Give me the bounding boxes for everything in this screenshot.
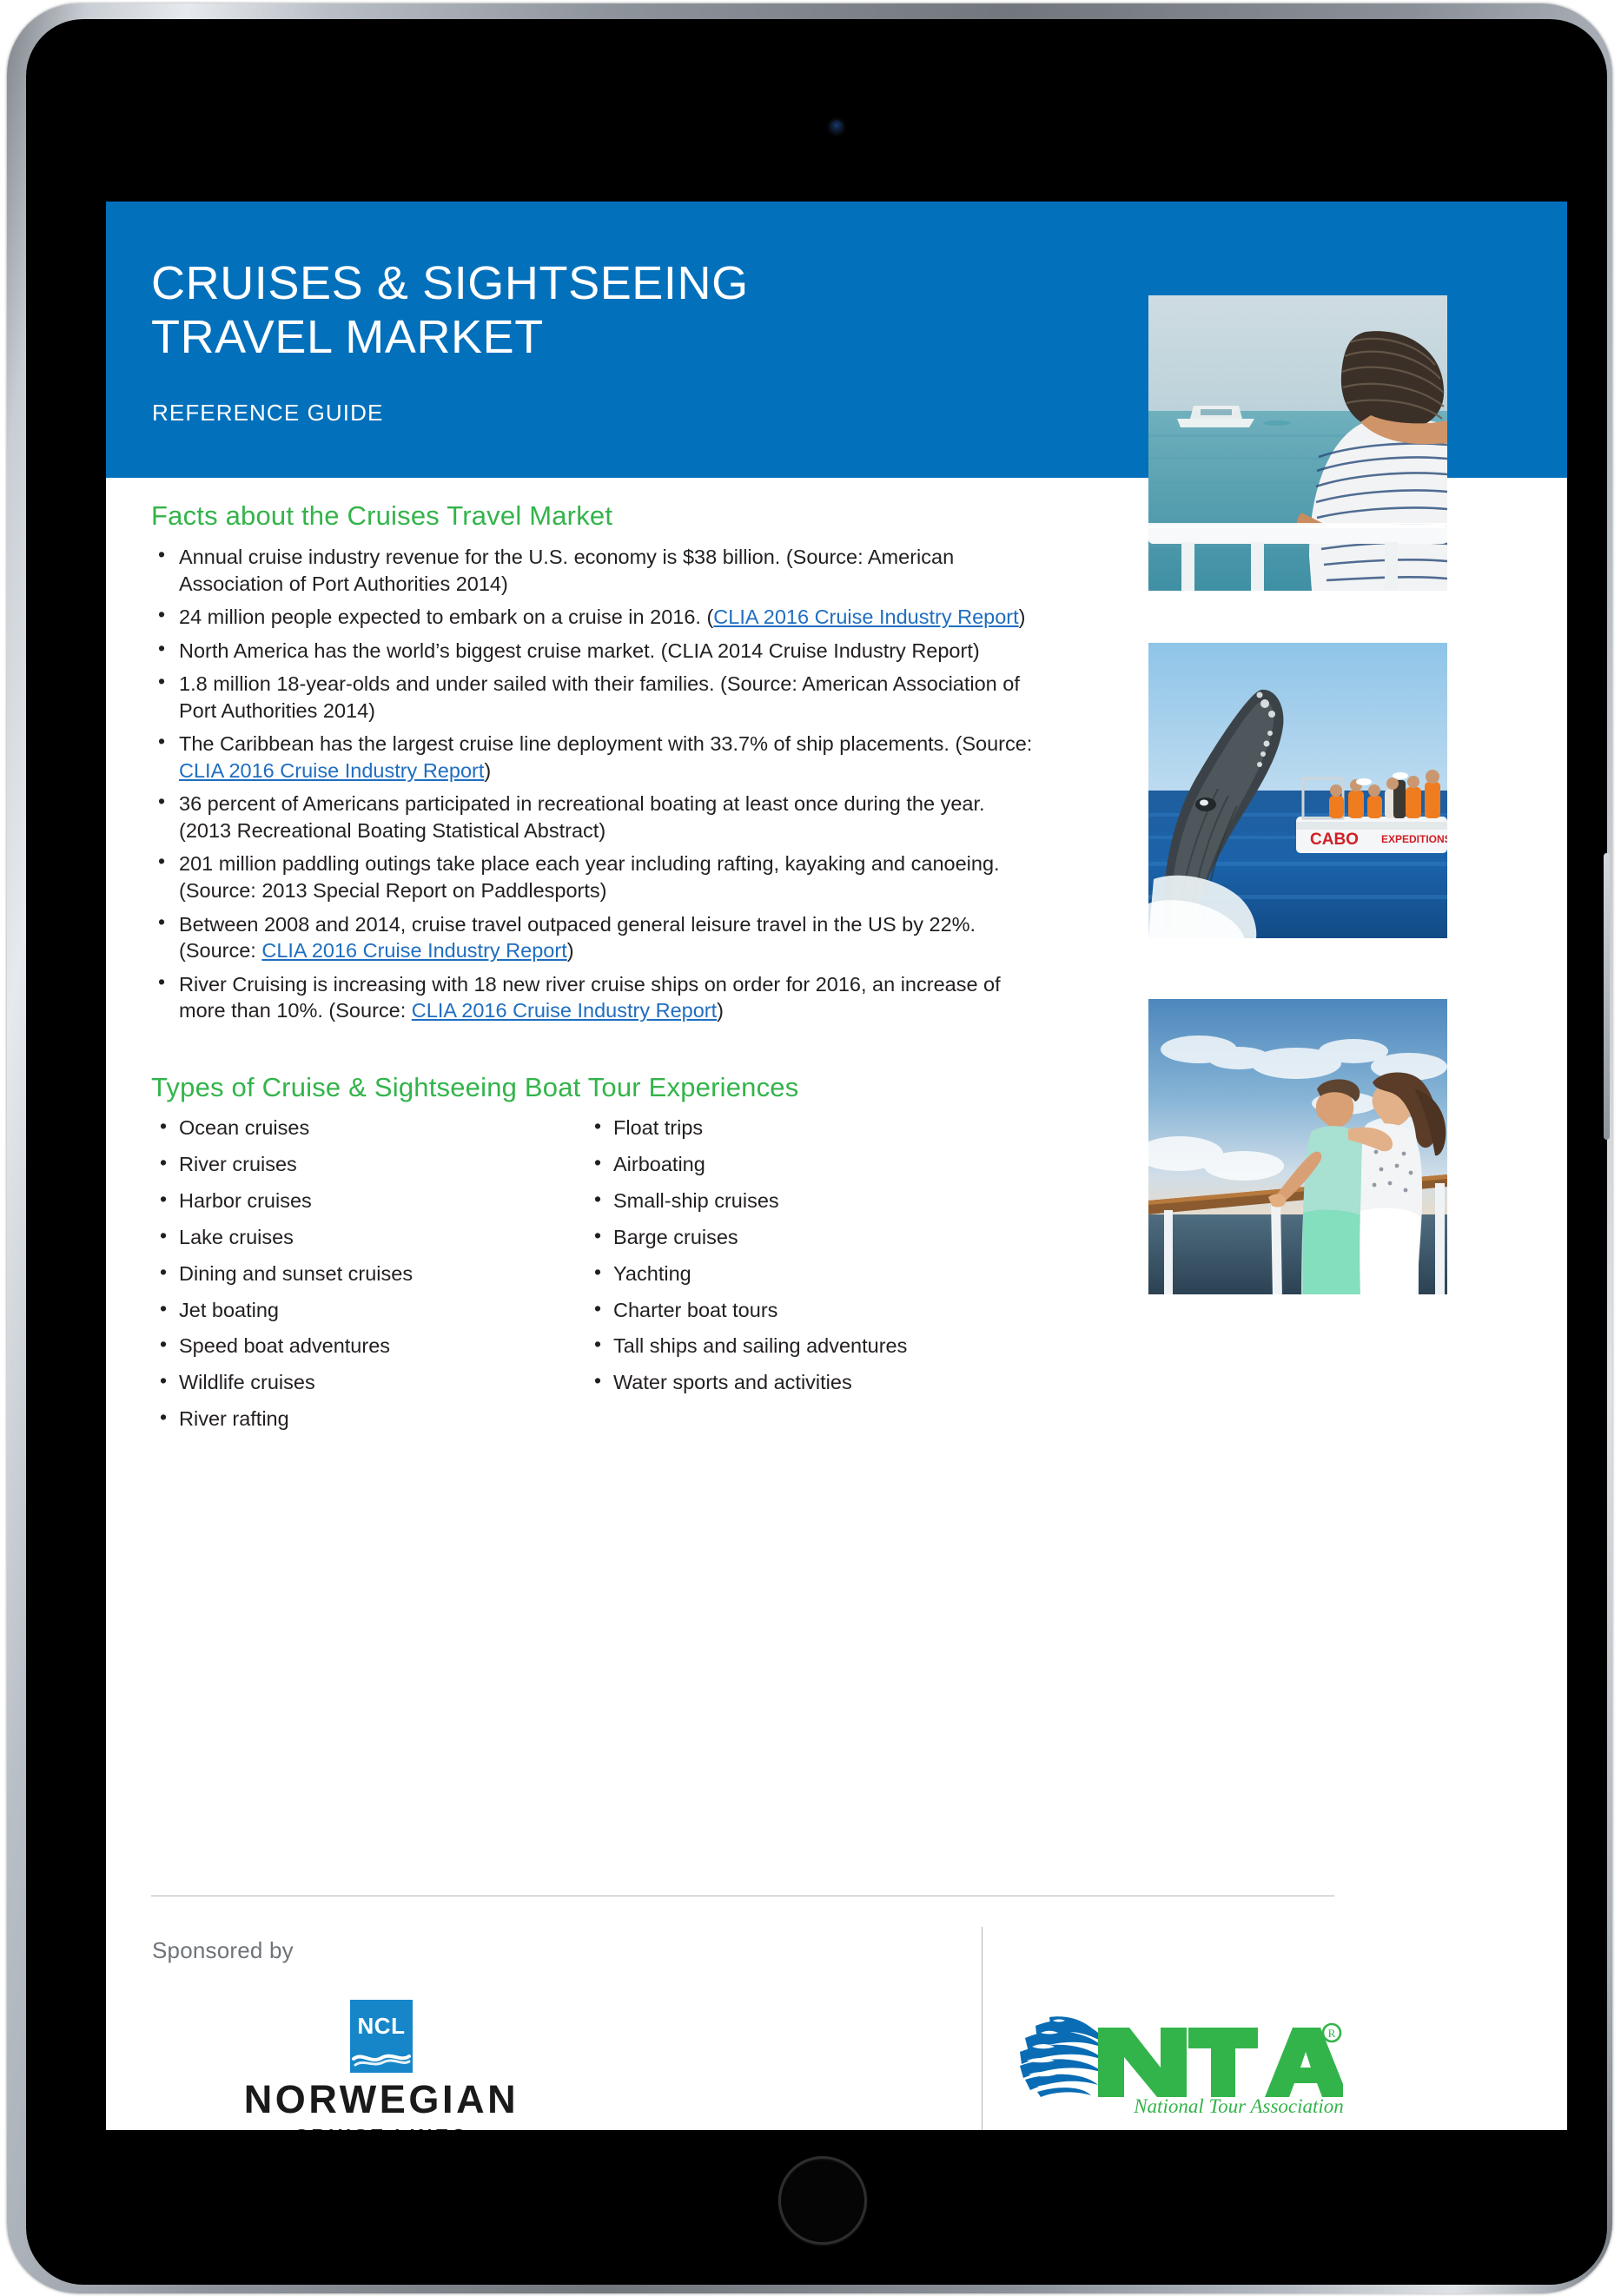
home-button[interactable] [778, 2156, 867, 2245]
clia-report-link[interactable]: CLIA 2016 Cruise Industry Report [713, 605, 1018, 628]
type-list-item: Barge cruises [586, 1225, 1020, 1248]
type-list-item: Lake cruises [151, 1225, 586, 1248]
ncl-wordmark: NORWEGIAN [243, 2077, 519, 2121]
clia-report-link[interactable]: CLIA 2016 Cruise Industry Report [179, 759, 484, 782]
fact-list-item: The Caribbean has the largest cruise lin… [151, 729, 1037, 784]
fact-list-item: Between 2008 and 2014, cruise travel out… [151, 910, 1037, 964]
type-list-item: Dining and sunset cruises [151, 1261, 586, 1285]
types-list-right: Float trips Airboating Small-ship cruises B… [586, 1115, 1020, 1445]
ncl-wave-icon [352, 2054, 411, 2067]
ncl-badge-text: NCL [357, 2013, 406, 2039]
type-list-item: River cruises [151, 1152, 586, 1175]
footer-vertical-divider [982, 1927, 983, 2130]
type-list-item: Ocean cruises [151, 1115, 586, 1139]
fact-list-item: 201 million paddling outings take place … [151, 849, 1037, 903]
fact-list-item: 1.8 million 18-year-olds and under saile… [151, 669, 1037, 724]
type-list-item: Yachting [586, 1261, 1020, 1285]
fact-list-item: Annual cruise industry revenue for the U… [151, 542, 1037, 597]
facts-section-heading: Facts about the Cruises Travel Market [151, 500, 613, 531]
fact-list-item: North America has the world’s biggest cr… [151, 636, 1037, 665]
norwegian-cruise-line-logo: NCL NORWEGIAN CRUISE LINE® [235, 2000, 528, 2130]
types-section-heading: Types of Cruise & Sightseeing Boat Tour … [151, 1072, 799, 1102]
facts-list: Annual cruise industry revenue for the U… [151, 542, 1037, 1031]
type-list-item: Speed boat adventures [151, 1333, 586, 1357]
clia-report-link[interactable]: CLIA 2016 Cruise Industry Report [412, 999, 717, 1022]
nta-globe-icon [1018, 2015, 1105, 2099]
page-title: CRUISES & SIGHTSEEING TRAVEL MARKET [151, 257, 933, 364]
nta-tagline: National Tour Association [1133, 2095, 1343, 2114]
photo-whale-watching-tour-boat: CABO EXPEDITIONS [1148, 643, 1447, 938]
nta-registered-letter: R [1328, 2027, 1336, 2040]
type-list-item: Water sports and activities [586, 1370, 1020, 1393]
type-list-item: Wildlife cruises [151, 1370, 586, 1393]
type-list-item: Tall ships and sailing adventures [586, 1333, 1020, 1357]
types-two-column-list: Ocean cruises River cruises Harbor cruises… [151, 1115, 1037, 1445]
photo-couple-on-cruise-deck-at-sunset [1148, 999, 1447, 1294]
tablet-device-frame: CRUISES & SIGHTSEEING TRAVEL MARKET REFE… [7, 3, 1612, 2293]
type-list-item: Harbor cruises [151, 1188, 586, 1212]
svg-text:CABO: CABO [1310, 830, 1359, 849]
front-camera-icon [830, 120, 844, 134]
tablet-screen: CRUISES & SIGHTSEEING TRAVEL MARKET REFE… [106, 202, 1567, 2130]
photo-man-watching-boat-from-ship-rail [1148, 295, 1447, 591]
fact-list-item: River Cruising is increasing with 18 new… [151, 969, 1037, 1024]
nta-acronym-mark [1098, 2028, 1343, 2097]
fact-list-item: 24 million people expected to embark on … [151, 602, 1037, 631]
fact-list-item: 36 percent of Americans participated in … [151, 789, 1037, 844]
type-list-item: River rafting [151, 1406, 586, 1430]
page-subtitle: REFERENCE GUIDE [152, 400, 384, 426]
reference-guide-document: CRUISES & SIGHTSEEING TRAVEL MARKET REFE… [106, 202, 1567, 2130]
svg-text:EXPEDITIONS: EXPEDITIONS [1381, 833, 1447, 845]
ncl-badge-icon: NCL [350, 2000, 413, 2073]
type-list-item: Jet boating [151, 1298, 586, 1321]
sponsored-by-label: Sponsored by [152, 1937, 294, 1963]
clia-report-link[interactable]: CLIA 2016 Cruise Industry Report [261, 939, 566, 962]
page-title-line-2: TRAVEL MARKET [151, 310, 544, 363]
type-list-item: Small-ship cruises [586, 1188, 1020, 1212]
ncl-sub-wordmark: CRUISE LINE® [235, 2125, 528, 2130]
type-list-item: Airboating [586, 1152, 1020, 1175]
type-list-item: Charter boat tours [586, 1298, 1020, 1321]
type-list-item: Float trips [586, 1115, 1020, 1139]
nta-logo: R National Tour Association [1015, 2010, 1343, 2114]
tablet-bezel: CRUISES & SIGHTSEEING TRAVEL MARKET REFE… [26, 19, 1610, 2285]
page-title-line-1: CRUISES & SIGHTSEEING [151, 257, 749, 309]
types-list-left: Ocean cruises River cruises Harbor cruises… [151, 1115, 586, 1445]
device-side-button[interactable] [1604, 853, 1610, 1140]
